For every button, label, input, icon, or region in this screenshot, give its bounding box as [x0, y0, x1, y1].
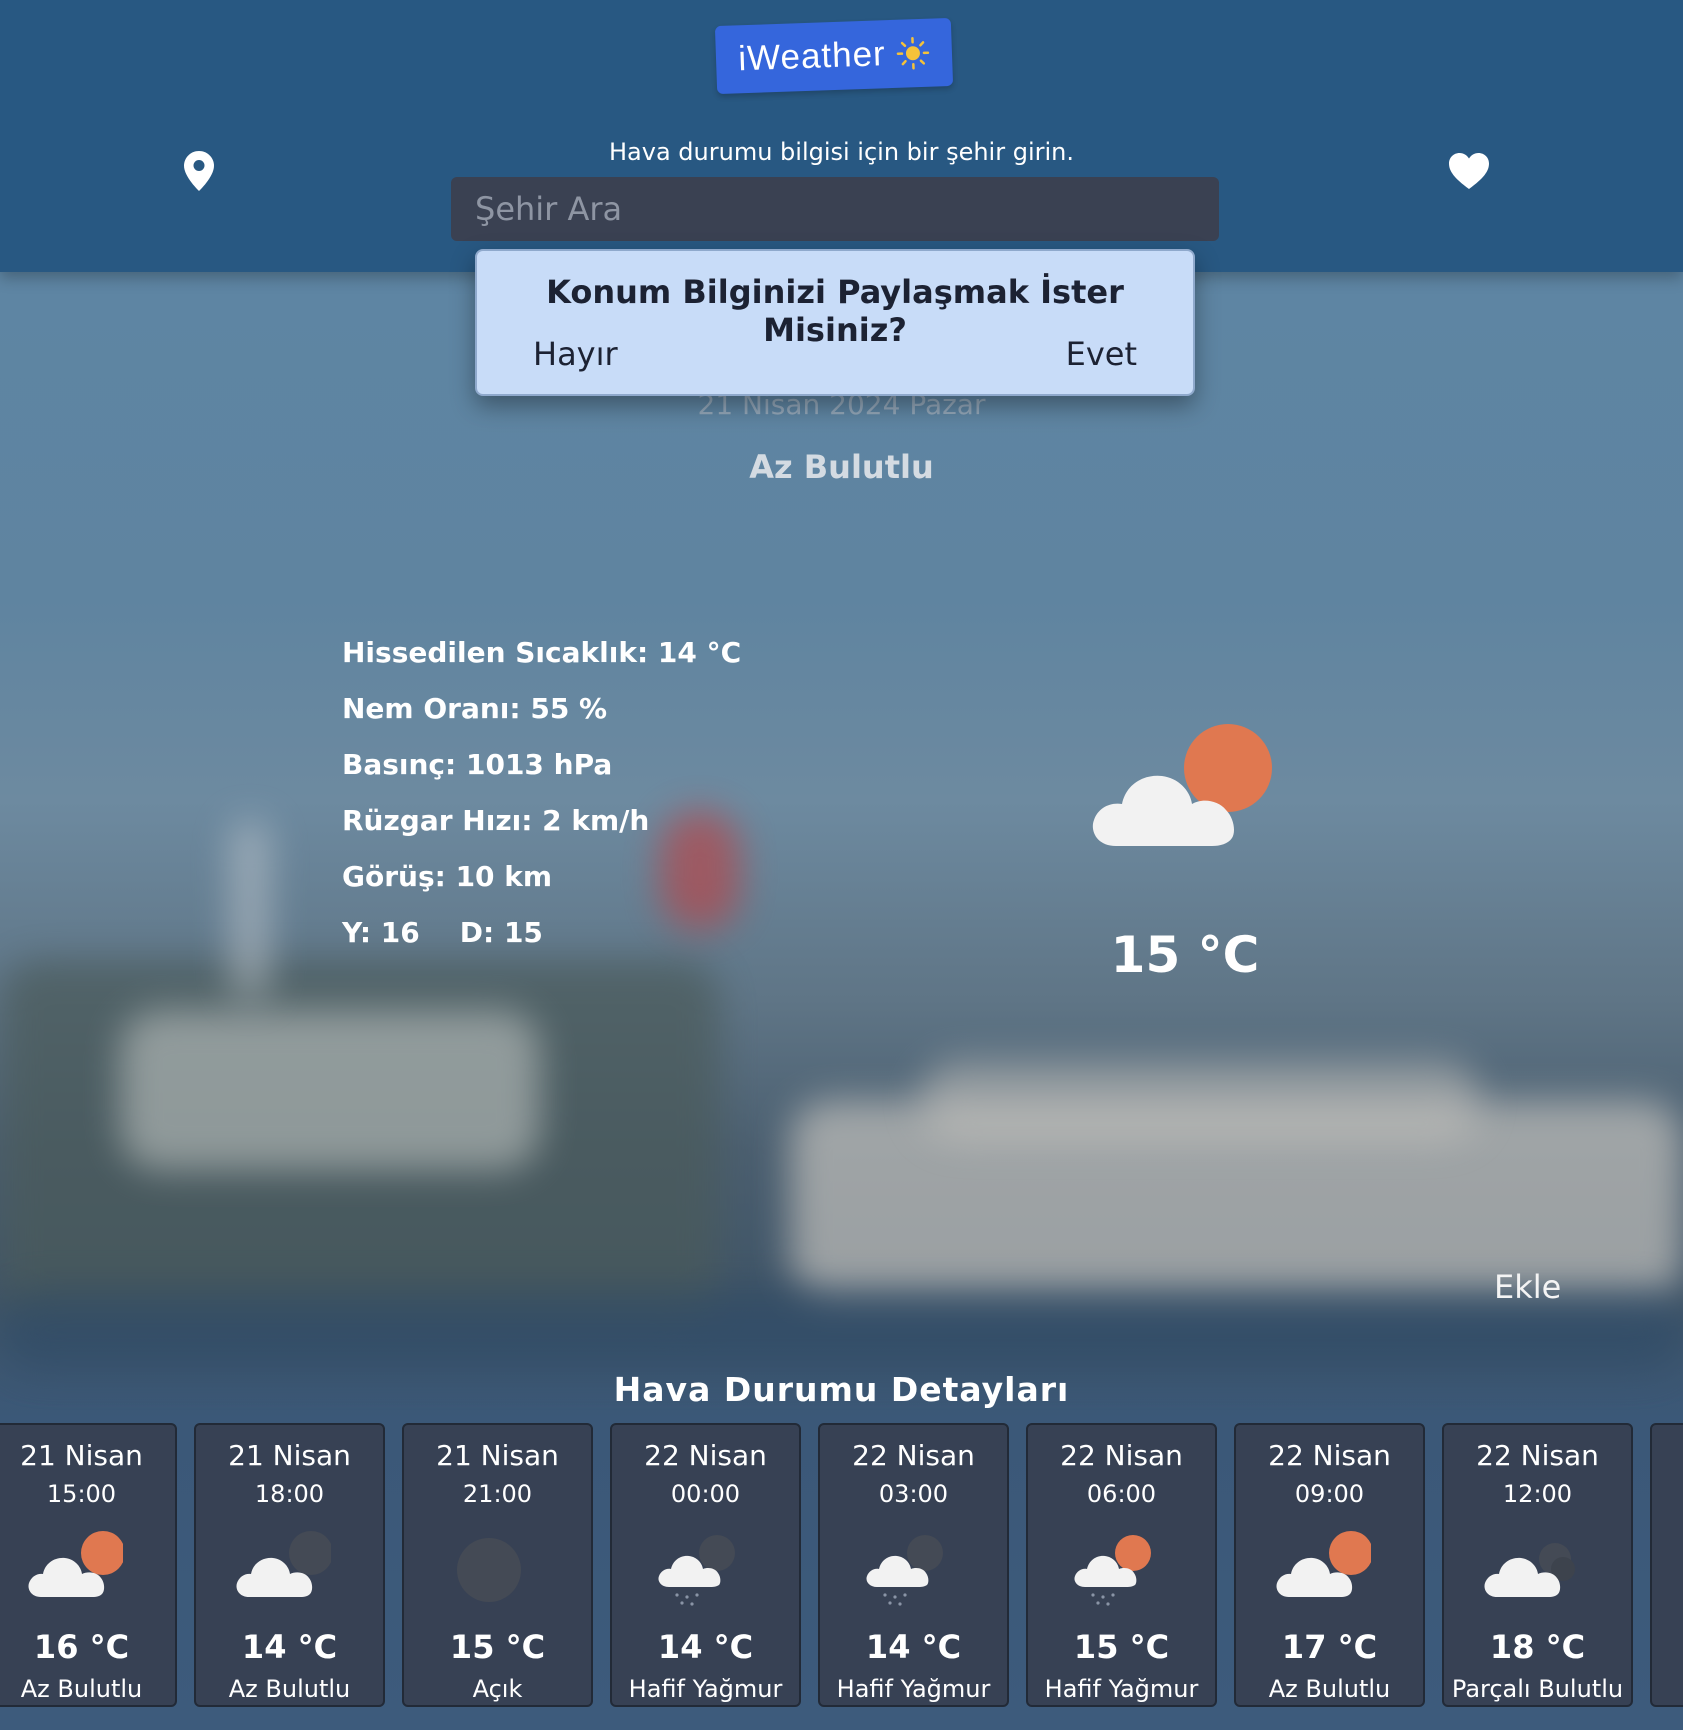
forecast-time: 09:00: [1294, 1480, 1365, 1508]
wind-speed: Rüzgar Hızı: 2 km/h: [342, 804, 650, 837]
weather-details: Hissedilen Sıcaklık: 14 °C Nem Oranı: 55…: [342, 636, 741, 972]
high-temp: Y: 16: [342, 916, 420, 949]
forecast-condition: Az Bulutlu: [20, 1675, 143, 1703]
map-pin-icon[interactable]: [183, 150, 215, 192]
partly-cloudy-day-icon: [1092, 724, 1272, 846]
rain-day-icon: [1074, 1535, 1151, 1606]
forecast-time: 03:00: [878, 1480, 949, 1508]
forecast-condition: Parçalı Bulutlu: [1451, 1675, 1624, 1703]
city-search-input[interactable]: [451, 177, 1219, 241]
forecast-card[interactable]: 22 Nisan 06:00 15 °C Hafif Yağmur: [1026, 1423, 1217, 1707]
accept-button[interactable]: Evet: [1066, 335, 1137, 373]
forecast-condition: Hafif Yağmur: [628, 1675, 783, 1703]
add-favorite-button[interactable]: Ekle: [1494, 1268, 1561, 1306]
forecast-card-partial[interactable]: [1650, 1423, 1683, 1707]
forecast-card[interactable]: 22 Nisan 12:00 18 °C Parçalı Bulutlu: [1442, 1423, 1633, 1707]
high-low: Y: 16 D: 15: [342, 916, 741, 972]
current-condition: Az Bulutlu: [749, 448, 934, 486]
forecast-card[interactable]: 22 Nisan 00:00 14 °C Hafif Yağmur: [610, 1423, 801, 1707]
rain-night-icon: [658, 1535, 735, 1606]
humidity: Nem Oranı: 55 %: [342, 692, 608, 725]
forecast-list[interactable]: 21 Nisan 15:00 16 °C Az Bulutlu 21 Nisan 18:0…: [0, 1423, 1683, 1707]
forecast-temp: 18 °C: [1489, 1628, 1586, 1666]
forecast-temp: 15 °C: [449, 1628, 546, 1666]
forecast-temp: 14 °C: [241, 1628, 338, 1666]
forecast-day: 22 Nisan: [1060, 1439, 1183, 1472]
header: iWeather Hava durumu bilgisi için bir şe…: [0, 0, 1683, 272]
forecast-time: 21:00: [462, 1480, 533, 1508]
forecast-time: 15:00: [46, 1480, 117, 1508]
forecast-condition: Hafif Yağmur: [836, 1675, 991, 1703]
forecast-day: 22 Nisan: [852, 1439, 975, 1472]
forecast-day: 21 Nisan: [20, 1439, 143, 1472]
broken-clouds-icon: [1484, 1543, 1575, 1597]
forecast-card[interactable]: 21 Nisan 18:00 14 °C Az Bulutlu: [194, 1423, 385, 1707]
pressure: Basınç: 1013 hPa: [342, 748, 613, 781]
forecast-day: 22 Nisan: [644, 1439, 767, 1472]
rain-night-icon: [866, 1535, 943, 1606]
forecast-time: 18:00: [254, 1480, 325, 1508]
visibility: Görüş: 10 km: [342, 860, 553, 893]
forecast-temp: 14 °C: [657, 1628, 754, 1666]
forecast-title: Hava Durumu Detayları: [613, 1370, 1070, 1409]
forecast-time: 06:00: [1086, 1480, 1157, 1508]
forecast-condition: Az Bulutlu: [228, 1675, 351, 1703]
clear-night-icon: [457, 1538, 521, 1602]
forecast-card[interactable]: 21 Nisan 21:00 15 °C Açık: [402, 1423, 593, 1707]
search-prompt: Hava durumu bilgisi için bir şehir girin…: [609, 138, 1074, 166]
forecast-day: 21 Nisan: [436, 1439, 559, 1472]
forecast-time: 00:00: [670, 1480, 741, 1508]
sun-icon: [896, 37, 929, 70]
feels-like: Hissedilen Sıcaklık: 14 °C: [342, 636, 742, 669]
forecast-temp: 17 °C: [1281, 1628, 1378, 1666]
heart-icon[interactable]: [1448, 152, 1490, 190]
forecast-card[interactable]: 22 Nisan 03:00 14 °C Hafif Yağmur: [818, 1423, 1009, 1707]
forecast-day: 22 Nisan: [1476, 1439, 1599, 1472]
forecast-card[interactable]: 21 Nisan 15:00 16 °C Az Bulutlu: [0, 1423, 177, 1707]
forecast-day: 21 Nisan: [228, 1439, 351, 1472]
forecast-temp: 16 °C: [33, 1628, 130, 1666]
forecast-time: 12:00: [1502, 1480, 1573, 1508]
low-temp: D: 15: [459, 916, 543, 949]
forecast-day: 22 Nisan: [1268, 1439, 1391, 1472]
current-temperature: 15 °C: [1110, 926, 1260, 984]
forecast-condition: Hafif Yağmur: [1044, 1675, 1199, 1703]
decline-button[interactable]: Hayır: [533, 335, 618, 373]
forecast-temp: 15 °C: [1073, 1628, 1170, 1666]
partly-cloudy-day-icon: [1276, 1531, 1371, 1597]
forecast-temp: 14 °C: [865, 1628, 962, 1666]
forecast-condition: Az Bulutlu: [1268, 1675, 1391, 1703]
location-permission-dialog: Konum Bilginizi Paylaşmak İster Misiniz?…: [475, 249, 1195, 396]
logo-title: iWeather: [737, 34, 887, 79]
partly-cloudy-night-icon: [236, 1531, 331, 1597]
app-logo[interactable]: iWeather: [714, 17, 954, 95]
partly-cloudy-day-icon: [28, 1531, 123, 1597]
forecast-condition: Açık: [472, 1675, 523, 1703]
forecast-card[interactable]: 22 Nisan 09:00 17 °C Az Bulutlu: [1234, 1423, 1425, 1707]
